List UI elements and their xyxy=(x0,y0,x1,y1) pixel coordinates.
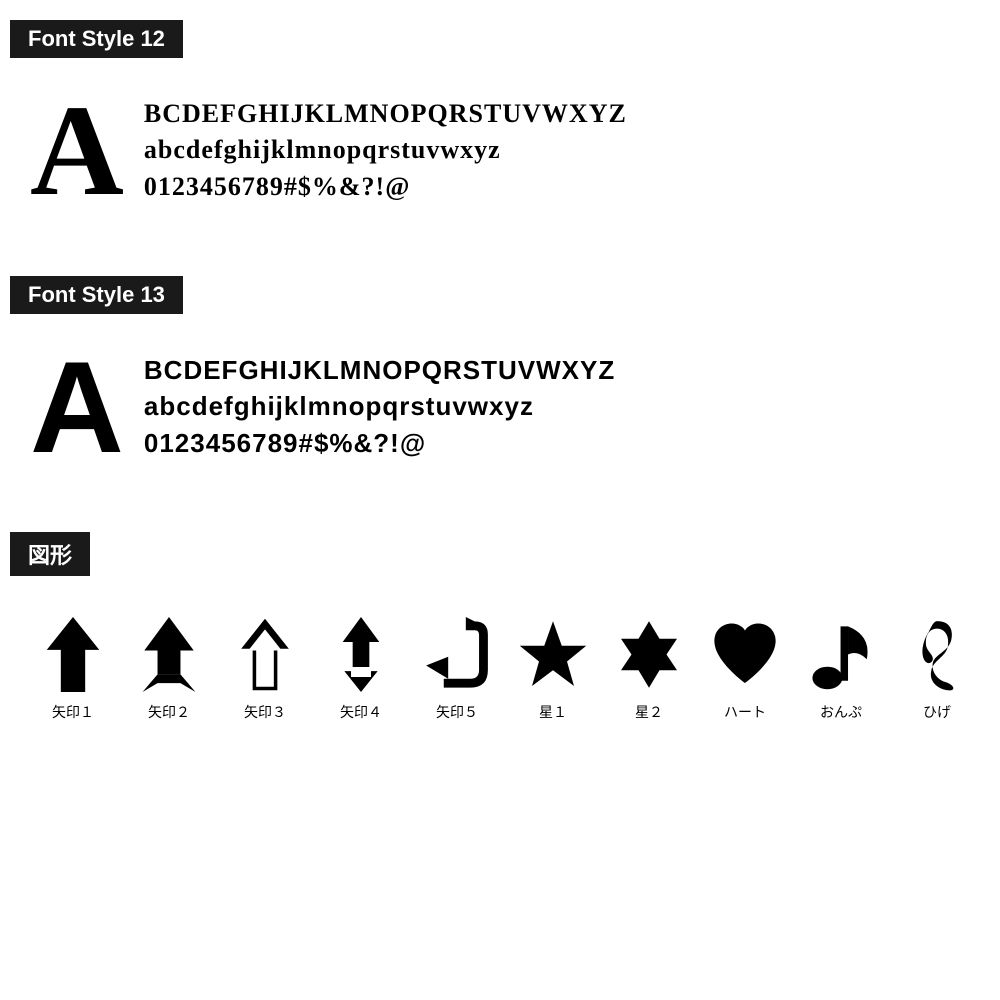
yajirushi3-icon xyxy=(228,614,303,694)
onpu-icon xyxy=(804,614,879,694)
yajirushi2-svg xyxy=(134,617,204,692)
font-style-13-row3: 0123456789#$%&?!@ xyxy=(144,425,615,461)
yajirushi4-label: 矢印４ xyxy=(340,702,382,722)
shape-hige: ひげ xyxy=(894,614,980,722)
shape-yajirushi3: 矢印３ xyxy=(222,614,308,722)
shapes-grid: 矢印１ 矢印２ xyxy=(10,594,990,732)
hoshi1-svg xyxy=(518,617,588,692)
font-style-13-chars: BCDEFGHIJKLMNOPQRSTUVWXYZ abcdefghijklmn… xyxy=(144,342,615,461)
hige-svg xyxy=(902,617,972,692)
yajirushi1-icon xyxy=(36,614,111,694)
hige-label: ひげ xyxy=(923,702,951,722)
font-style-12-section: Font Style 12 A BCDEFGHIJKLMNOPQRSTUVWXY… xyxy=(10,20,990,236)
yajirushi3-label: 矢印３ xyxy=(244,702,286,722)
onpu-label: おんぷ xyxy=(820,702,862,722)
yajirushi5-svg xyxy=(422,617,492,692)
hige-icon xyxy=(900,614,975,694)
font-style-13-section: Font Style 13 A BCDEFGHIJKLMNOPQRSTUVWXY… xyxy=(10,276,990,492)
yajirushi4-icon xyxy=(324,614,399,694)
shape-yajirushi2: 矢印２ xyxy=(126,614,212,722)
font-style-12-row2: abcdefghijklmnopqrstuvwxyz xyxy=(144,132,627,168)
shape-yajirushi1: 矢印１ xyxy=(30,614,116,722)
font-style-13-row2: abcdefghijklmnopqrstuvwxyz xyxy=(144,388,615,424)
shape-onpu: おんぷ xyxy=(798,614,884,722)
yajirushi2-icon xyxy=(132,614,207,694)
shape-yajirushi4: 矢印４ xyxy=(318,614,404,722)
yajirushi5-icon xyxy=(420,614,495,694)
shapes-label: 図形 xyxy=(10,532,90,576)
font-style-12-label: Font Style 12 xyxy=(10,20,183,58)
onpu-svg xyxy=(806,617,876,692)
shape-yajirushi5: 矢印５ xyxy=(414,614,500,722)
page: Font Style 12 A BCDEFGHIJKLMNOPQRSTUVWXY… xyxy=(0,0,1000,752)
hoshi2-svg xyxy=(614,617,684,692)
font-style-12-demo: A BCDEFGHIJKLMNOPQRSTUVWXYZ abcdefghijkl… xyxy=(10,76,990,236)
font-style-12-row3: 0123456789#$%&?!@ xyxy=(144,169,627,205)
shape-hoshi2: 星２ xyxy=(606,614,692,722)
font-style-13-label: Font Style 13 xyxy=(10,276,183,314)
font-style-12-chars: BCDEFGHIJKLMNOPQRSTUVWXYZ abcdefghijklmn… xyxy=(144,86,627,205)
hoshi2-label: 星２ xyxy=(635,702,663,722)
yajirushi1-label: 矢印１ xyxy=(52,702,94,722)
font-style-12-row1: BCDEFGHIJKLMNOPQRSTUVWXYZ xyxy=(144,96,627,132)
yajirushi2-label: 矢印２ xyxy=(148,702,190,722)
hoshi1-label: 星１ xyxy=(539,702,567,722)
shape-heart: ハート xyxy=(702,614,788,722)
hoshi1-icon xyxy=(516,614,591,694)
hoshi2-icon xyxy=(612,614,687,694)
yajirushi1-svg xyxy=(38,617,108,692)
font-style-13-row1: BCDEFGHIJKLMNOPQRSTUVWXYZ xyxy=(144,352,615,388)
font-style-13-big-letter: A xyxy=(30,342,124,472)
yajirushi4-svg xyxy=(326,617,396,692)
yajirushi3-svg xyxy=(230,617,300,692)
heart-icon xyxy=(708,614,783,694)
shape-hoshi1: 星１ xyxy=(510,614,596,722)
yajirushi5-label: 矢印５ xyxy=(436,702,478,722)
heart-label: ハート xyxy=(724,702,766,722)
heart-svg xyxy=(710,617,780,692)
shapes-section: 図形 矢印１ 矢印２ xyxy=(10,532,990,732)
font-style-12-big-letter: A xyxy=(30,86,124,216)
font-style-13-demo: A BCDEFGHIJKLMNOPQRSTUVWXYZ abcdefghijkl… xyxy=(10,332,990,492)
